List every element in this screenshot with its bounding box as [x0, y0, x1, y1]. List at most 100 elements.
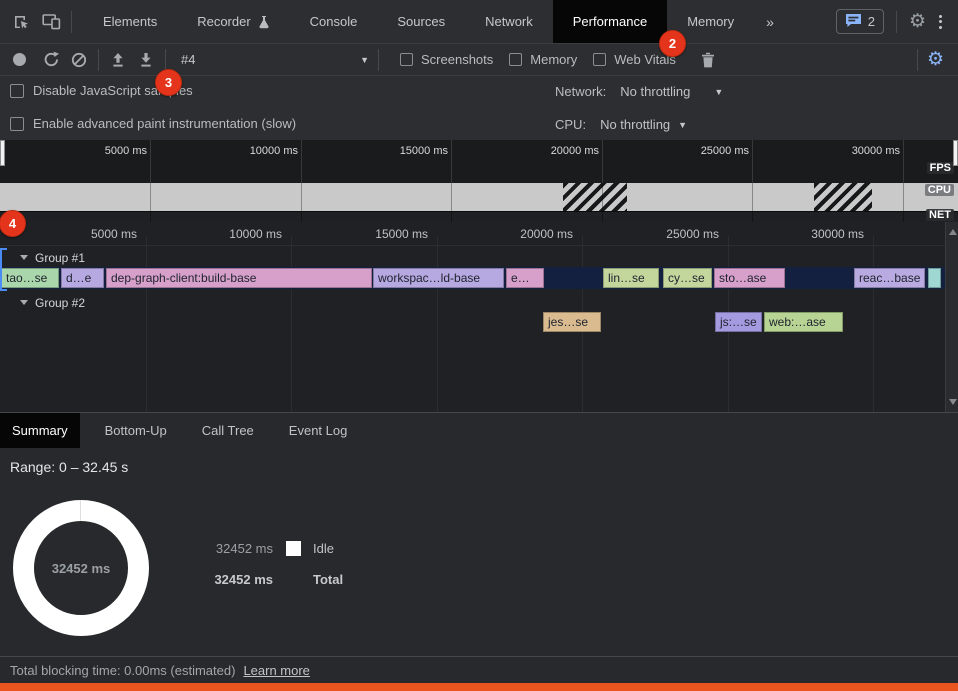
total-blocking-time-text: Total blocking time: 0.00ms (estimated): [10, 663, 235, 678]
tab-performance[interactable]: Performance: [553, 0, 667, 43]
cpu-label: CPU:: [555, 117, 586, 132]
scroll-up-icon[interactable]: [949, 229, 957, 235]
annotation-badge-4: 4: [0, 210, 26, 237]
flame-bar-reac-base[interactable]: reac…base: [854, 268, 925, 288]
legend-row-idle: 32452 ms Idle: [195, 533, 343, 564]
flame-bar-web-ase[interactable]: web:…ase: [764, 312, 843, 332]
donut-total-label: 32452 ms: [13, 500, 149, 636]
legend-value: 32452 ms: [195, 572, 273, 587]
checkbox-memory[interactable]: Memory: [509, 52, 577, 67]
legend-swatch-spacer: [286, 572, 301, 587]
checkbox-box[interactable]: [400, 53, 413, 66]
settings-gear-icon[interactable]: ⚙: [909, 12, 926, 31]
flame-bar-lin-se[interactable]: lin…se: [603, 268, 659, 288]
tab-sources[interactable]: Sources: [377, 0, 465, 43]
record-button[interactable]: [13, 53, 26, 66]
cpu-throttle-hatch: [563, 183, 627, 211]
legend-label: Idle: [313, 541, 334, 556]
group-label: Group #1: [35, 251, 85, 265]
capture-settings-gear-icon[interactable]: ⚙: [923, 50, 948, 69]
flamechart[interactable]: Group #1 tao…sed…edep-graph-client:build…: [0, 246, 958, 412]
learn-more-link[interactable]: Learn more: [243, 663, 309, 678]
performance-toolbar: #4 ▼ ScreenshotsMemoryWeb Vitals ⚙: [0, 44, 958, 76]
tab-network[interactable]: Network: [465, 0, 553, 43]
delete-recording-icon[interactable]: [694, 47, 722, 73]
flame-bar-d-e[interactable]: d…e: [61, 268, 104, 288]
overview-gridline: [903, 183, 904, 222]
checkbox-box[interactable]: [10, 84, 24, 98]
selection-bracket: [0, 248, 7, 291]
inspect-element-icon[interactable]: [6, 7, 36, 37]
ruler-tick-label: 30000 ms: [811, 227, 864, 241]
checkbox-box[interactable]: [593, 53, 606, 66]
net-lane-label: NET: [926, 209, 954, 221]
ruler-tick-label: 25000 ms: [666, 227, 719, 241]
overview-left-handle[interactable]: [0, 140, 5, 166]
checkbox-box[interactable]: [509, 53, 522, 66]
network-throttling-select[interactable]: Network: No throttling ▼: [555, 84, 723, 99]
os-taskbar-strip: [0, 683, 958, 691]
detail-tab-event-log[interactable]: Event Log: [277, 413, 360, 448]
kebab-menu-icon[interactable]: [933, 11, 948, 33]
tab-recorder[interactable]: Recorder: [177, 0, 289, 43]
network-label: Network:: [555, 84, 606, 99]
legend-value: 32452 ms: [195, 541, 273, 556]
overview-tick-label: 5000 ms: [105, 145, 147, 157]
timeline-overview[interactable]: FPS CPU NET 5000 ms10000 ms15000 ms20000…: [0, 140, 958, 222]
flame-bar-workspac-ld-base[interactable]: workspac…ld-base: [373, 268, 504, 288]
reload-and-record-icon[interactable]: [37, 47, 65, 73]
donut-legend: 32452 ms Idle 32452 ms Total: [195, 533, 343, 595]
flame-bar[interactable]: [928, 268, 941, 288]
flame-bar-js-se[interactable]: js:…se: [715, 312, 762, 332]
checkbox-label: Screenshots: [421, 52, 493, 67]
ruler-tick-label: 5000 ms: [91, 227, 137, 241]
network-value: No throttling: [620, 84, 690, 99]
cpu-throttling-select[interactable]: CPU: No throttling ▼: [555, 117, 687, 132]
tabbar-right-cluster: 2 ⚙: [836, 9, 958, 34]
device-toolbar-icon[interactable]: [36, 7, 66, 37]
idle-swatch: [286, 541, 301, 556]
group-1-header[interactable]: Group #1: [0, 248, 958, 267]
flame-bar-jes-se[interactable]: jes…se: [543, 312, 601, 332]
chat-bubble-icon: [845, 13, 862, 31]
overview-right-handle[interactable]: [953, 140, 958, 166]
annotation-badge-3: 3: [155, 69, 182, 96]
flame-bar-dep-graph-client-build-base[interactable]: dep-graph-client:build-base: [106, 268, 372, 288]
tab-label: Sources: [397, 14, 445, 29]
detail-tab-bottom-up[interactable]: Bottom-Up: [93, 413, 179, 448]
console-messages-pill[interactable]: 2: [836, 9, 884, 34]
tab-elements[interactable]: Elements: [83, 0, 177, 43]
flame-bar-tao-se[interactable]: tao…se: [1, 268, 59, 288]
toolbar-separator: [98, 49, 99, 71]
tab-label: Console: [310, 14, 358, 29]
group-2-header[interactable]: Group #2: [0, 293, 958, 312]
load-profile-icon[interactable]: [104, 47, 132, 73]
advanced-paint-checkbox[interactable]: Enable advanced paint instrumentation (s…: [10, 116, 296, 131]
recording-session-select[interactable]: #4 ▼: [181, 52, 369, 67]
flame-bar-cy-se[interactable]: cy…se: [663, 268, 712, 288]
collapse-arrow-icon: [20, 300, 28, 305]
toolbar-checkboxes: ScreenshotsMemoryWeb Vitals: [384, 52, 676, 67]
collapse-arrow-icon: [20, 255, 28, 260]
flame-bar-e[interactable]: e…: [506, 268, 544, 288]
detail-tab-call-tree[interactable]: Call Tree: [190, 413, 266, 448]
flamechart-ruler: 5000 ms10000 ms15000 ms20000 ms25000 ms3…: [0, 222, 958, 246]
overview-gridline: [903, 140, 904, 183]
detail-tab-summary[interactable]: Summary: [0, 413, 80, 448]
toolbar-separator: [917, 49, 918, 71]
overview-tick-label: 20000 ms: [551, 145, 599, 157]
clear-recordings-icon[interactable]: [65, 47, 93, 73]
flame-bar-sto-ase[interactable]: sto…ase: [714, 268, 785, 288]
scroll-down-icon[interactable]: [949, 399, 957, 405]
tab-console[interactable]: Console: [290, 0, 378, 43]
overview-tick-label: 10000 ms: [250, 145, 298, 157]
ruler-tick-label: 10000 ms: [229, 227, 282, 241]
save-profile-icon[interactable]: [132, 47, 160, 73]
legend-label: Total: [313, 572, 343, 587]
checkbox-screenshots[interactable]: Screenshots: [400, 52, 493, 67]
overview-gridline: [752, 140, 753, 183]
more-tabs-button[interactable]: »: [754, 14, 786, 30]
checkbox-box[interactable]: [10, 117, 24, 131]
overview-tick-label: 30000 ms: [852, 145, 900, 157]
flamechart-scrollbar[interactable]: [945, 222, 958, 412]
